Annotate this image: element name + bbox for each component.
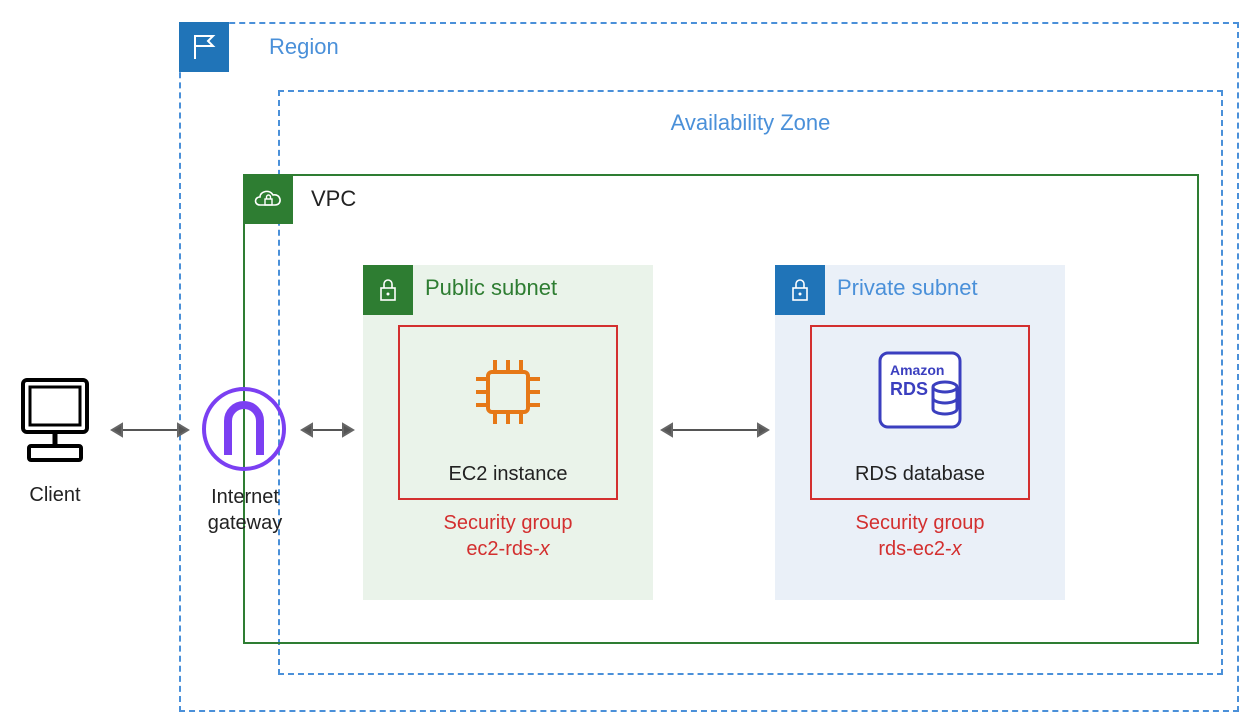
vpc-cloud-lock-icon: [243, 174, 293, 224]
ec2-security-group-box: EC2 instance: [398, 325, 618, 500]
public-subnet-lock-icon: [363, 265, 413, 315]
public-subnet-label: Public subnet: [425, 275, 557, 301]
internet-gateway-label: Internet gateway: [190, 484, 300, 536]
arrow-client-igw: [100, 420, 200, 440]
igw-line2: gateway: [208, 512, 283, 534]
private-subnet-label: Private subnet: [837, 275, 978, 301]
ec2-caption: EC2 instance: [400, 463, 616, 486]
rds-logo-icon: Amazon RDS: [870, 345, 970, 440]
ec2-sg-line2-prefix: ec2-rds-: [466, 538, 539, 560]
availability-zone-label: Availability Zone: [671, 110, 831, 136]
vpc-label: VPC: [311, 186, 356, 212]
igw-line1: Internet: [211, 486, 279, 508]
arrow-ec2-rds: [650, 420, 780, 440]
ec2-sg-label: Security group ec2-rds-x: [398, 510, 618, 562]
aws-architecture-diagram: Region Availability Zone VPC Public subn…: [0, 0, 1254, 728]
client-computer-icon: [15, 370, 95, 475]
rds-logo-line1: Amazon: [890, 362, 944, 378]
rds-sg-label: Security group rds-ec2-x: [810, 510, 1030, 562]
ec2-sg-line2-var: x: [540, 538, 550, 560]
arrow-igw-ec2: [290, 420, 365, 440]
region-label: Region: [269, 34, 339, 60]
region-flag-icon: [179, 22, 229, 72]
internet-gateway-icon: [200, 385, 288, 478]
private-subnet-lock-icon: [775, 265, 825, 315]
rds-security-group-box: Amazon RDS RDS database: [810, 325, 1030, 500]
rds-sg-line2-prefix: rds-ec2-: [878, 538, 951, 560]
client-label: Client: [15, 484, 95, 507]
ec2-chip-icon: [463, 347, 553, 442]
ec2-sg-line1: Security group: [444, 512, 573, 534]
rds-caption: RDS database: [812, 463, 1028, 486]
rds-sg-line1: Security group: [856, 512, 985, 534]
rds-sg-line2-var: x: [952, 538, 962, 560]
rds-logo-line2: RDS: [890, 379, 928, 399]
